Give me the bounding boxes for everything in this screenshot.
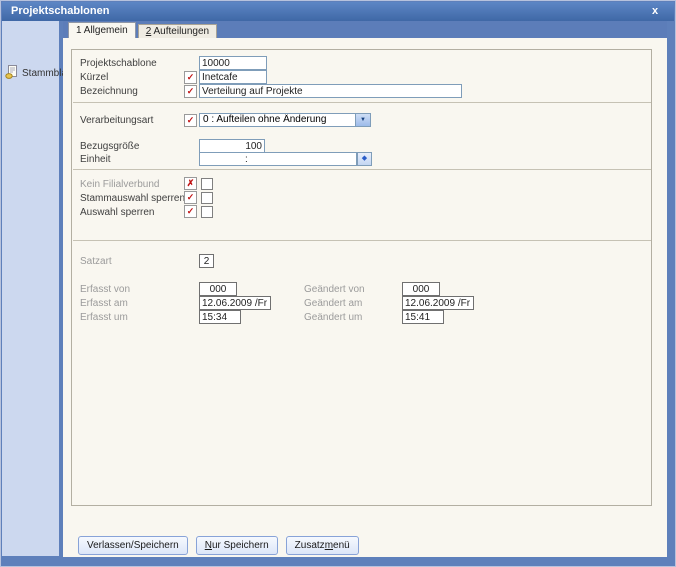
verlassen-speichern-label: Verlassen/Speichern [87, 540, 179, 551]
erfasst-von-label: Erfasst von [80, 284, 131, 295]
red-check-icon: ✓ [186, 192, 195, 202]
kein-filialverbund-checkbox[interactable] [201, 178, 213, 190]
verarbeitungsart-label: Verarbeitungsart [80, 115, 154, 126]
einheit-lookup-button[interactable]: ◆ [357, 152, 372, 166]
close-icon: x [651, 5, 659, 17]
geaendert-von-label: Geändert von [304, 284, 365, 295]
projektschablone-label: Projektschablone [80, 58, 157, 69]
auswahl-sperren-checkbox[interactable] [201, 206, 213, 218]
sidebar: Stammblatt [2, 21, 73, 556]
form-sheet-icon [5, 65, 19, 82]
geaendert-um-input[interactable] [402, 310, 444, 324]
tab-allgemein-label: 1 Allgemein [76, 25, 128, 36]
geaendert-am-label: Geändert am [304, 298, 363, 309]
window-title: Projektschablonen [11, 5, 110, 17]
zusatzmenu-button[interactable]: Zusatzmenü [285, 536, 359, 555]
red-check-icon: ✓ [186, 72, 195, 82]
tab-content: Projektschablone Kürzel ✓ Bezeichnung ✓ … [63, 38, 667, 557]
nur-speichern-hotkey: N [204, 540, 212, 551]
geaendert-von-input[interactable] [402, 282, 440, 296]
zusatzmenu-label-pre: Zusatz [294, 540, 325, 551]
red-x-icon: ✗ [186, 178, 195, 188]
section-divider [73, 240, 651, 241]
bezugsgroesse-label: Bezugsgröße [80, 141, 140, 152]
main-panel: 1 Allgemein 2 Aufteilungen Projektschabl… [63, 21, 667, 557]
zusatzmenu-label-post: enü [333, 540, 350, 551]
tab-aufteilungen[interactable]: 2 Aufteilungen [137, 24, 218, 38]
projektschablonen-window: Projektschablonen x Stammblatt 1 Allgeme… [0, 0, 676, 567]
kuerzel-label: Kürzel [80, 72, 109, 83]
verarbeitungsart-value: 0 : Aufteilen ohne Änderung [203, 114, 327, 125]
projektschablone-input[interactable] [199, 56, 267, 70]
erfasst-von-input[interactable] [199, 282, 237, 296]
stammauswahl-sperren-checkbox[interactable] [201, 192, 213, 204]
tab-aufteilungen-label: Aufteilungen [151, 26, 210, 37]
geaendert-um-label: Geändert um [304, 312, 363, 323]
kuerzel-input[interactable] [199, 70, 267, 84]
tabstrip: 1 Allgemein 2 Aufteilungen [63, 21, 667, 38]
bezugsgroesse-input[interactable] [199, 139, 265, 153]
geaendert-am-input[interactable] [402, 296, 474, 310]
nur-speichern-label: ur Speichern [211, 540, 269, 551]
red-check-icon: ✓ [186, 206, 195, 216]
tab-allgemein[interactable]: 1 Allgemein [68, 22, 136, 38]
chevron-down-icon[interactable]: ▼ [355, 114, 370, 126]
footer-buttons: Verlassen/Speichern Nur Speichern Zusatz… [78, 536, 359, 555]
auswahl-sperren-status-button[interactable]: ✓ [184, 205, 197, 218]
kein-filialverbund-status-button[interactable]: ✗ [184, 177, 197, 190]
red-check-icon: ✓ [186, 86, 195, 96]
verlassen-speichern-button[interactable]: Verlassen/Speichern [78, 536, 188, 555]
red-check-icon: ✓ [186, 115, 195, 125]
verarbeitungsart-status-button[interactable]: ✓ [184, 114, 197, 127]
bezeichnung-status-button[interactable]: ✓ [184, 85, 197, 98]
section-divider [73, 169, 651, 170]
kein-filialverbund-label: Kein Filialverbund [80, 179, 160, 190]
section-divider [73, 102, 651, 103]
close-button[interactable]: x [648, 2, 662, 21]
stammauswahl-sperren-label: Stammauswahl sperren [80, 193, 186, 204]
stammauswahl-sperren-status-button[interactable]: ✓ [184, 191, 197, 204]
erfasst-um-input[interactable] [199, 310, 241, 324]
einheit-label: Einheit [80, 154, 111, 165]
kuerzel-status-button[interactable]: ✓ [184, 71, 197, 84]
zusatzmenu-hotkey: m [324, 540, 334, 551]
erfasst-am-label: Erfasst am [80, 298, 128, 309]
form-groupbox: Projektschablone Kürzel ✓ Bezeichnung ✓ … [71, 49, 652, 506]
bezeichnung-label: Bezeichnung [80, 86, 138, 97]
auswahl-sperren-label: Auswahl sperren [80, 207, 155, 218]
satzart-label: Satzart [80, 256, 112, 267]
einheit-input[interactable] [199, 152, 357, 166]
bezeichnung-input[interactable] [199, 84, 462, 98]
nur-speichern-button[interactable]: Nur Speichern [195, 536, 278, 555]
titlebar[interactable]: Projektschablonen x [2, 2, 674, 21]
verarbeitungsart-dropdown[interactable]: 0 : Aufteilen ohne Änderung ▼ [199, 113, 371, 127]
erfasst-am-input[interactable] [199, 296, 271, 310]
erfasst-um-label: Erfasst um [80, 312, 128, 323]
lookup-diamond-icon: ◆ [361, 155, 368, 162]
satzart-input[interactable] [199, 254, 214, 268]
